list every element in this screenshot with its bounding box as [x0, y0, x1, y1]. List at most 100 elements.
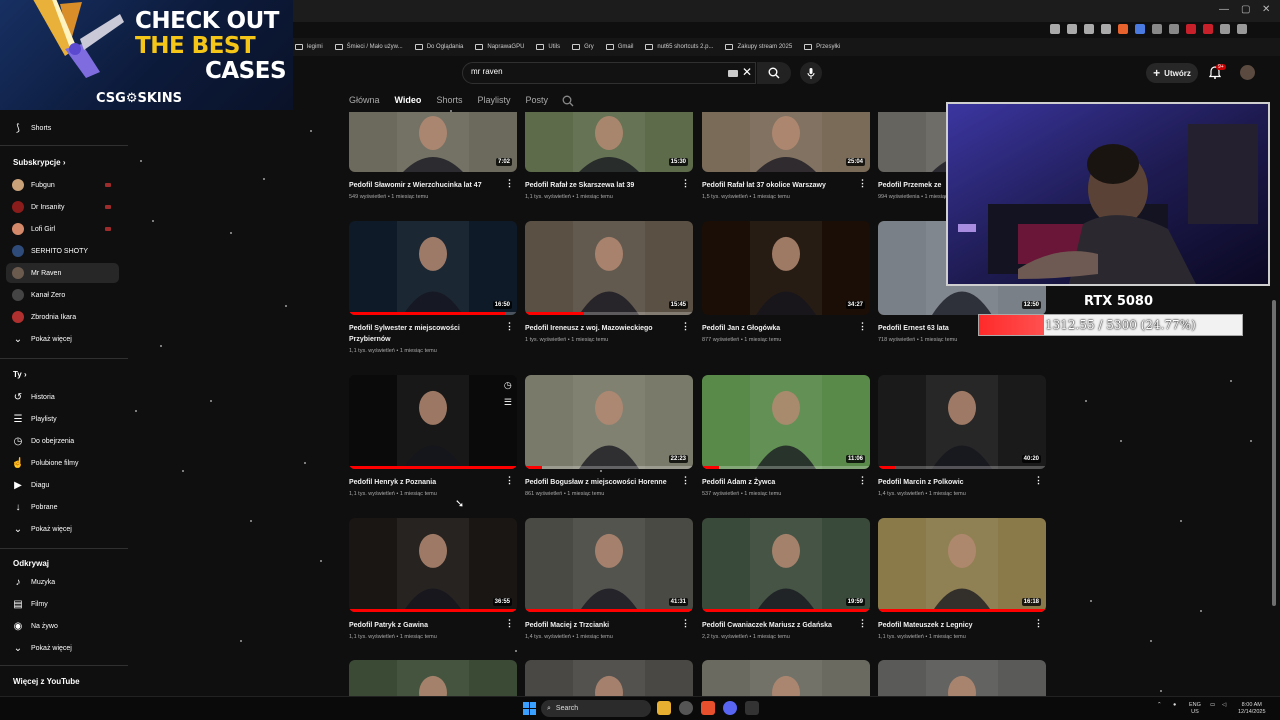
video-title[interactable]: Pedofil Rafał lat 37 okolice Warszawy	[702, 180, 852, 191]
video-menu-icon[interactable]: ⋮	[681, 321, 690, 332]
video-title[interactable]: Pedofil Henryk z Poznania	[349, 477, 499, 488]
show-more-explore[interactable]: ⌄ Pokaż więcej	[6, 638, 119, 658]
extension-icon[interactable]	[1186, 24, 1196, 34]
video-thumbnail[interactable]: 25:04	[702, 112, 870, 172]
sidebar-subscription[interactable]: Dr Insanity	[6, 197, 119, 217]
video-title[interactable]: Pedofil Rafał ze Skarszewa lat 39	[525, 180, 675, 191]
video-thumbnail[interactable]: 16:50	[349, 221, 517, 315]
video-card[interactable]: 16:50 Pedofil Sylwester z miejscowości Pr…	[349, 221, 517, 354]
voice-search-button[interactable]	[800, 62, 822, 84]
video-card[interactable]: 15:30 Pedofil Rafał ze Skarszewa lat 39 1,…	[525, 112, 693, 200]
video-title[interactable]: Pedofil Sylwester z miejscowości Przybie…	[349, 323, 499, 345]
share-icon[interactable]	[1101, 24, 1111, 34]
video-menu-icon[interactable]: ⋮	[858, 475, 867, 486]
clock[interactable]: 8:00 AM 12/14/2025	[1238, 702, 1266, 716]
puzzle-icon[interactable]	[1220, 24, 1230, 34]
bookmark-item[interactable]: Przesyłki	[804, 44, 840, 50]
sidebar-subscription[interactable]: Mr Raven	[6, 263, 119, 283]
sidebar-item-shorts[interactable]: ⟆ Shorts	[6, 118, 119, 138]
zoom-icon[interactable]	[1084, 24, 1094, 34]
sidebar-item[interactable]: ↺ Historia	[6, 387, 119, 407]
taskbar-search[interactable]: ⌕ Search	[541, 700, 651, 717]
extension-icon[interactable]	[1152, 24, 1162, 34]
windows-start-icon[interactable]	[523, 702, 536, 715]
video-card[interactable]: ◷ ☰ Pedofil Henryk z Poznania 1,1 tys. wyśw…	[349, 375, 517, 497]
video-title[interactable]: Pedofil Mateuszek z Legnicy	[878, 620, 1028, 631]
video-thumbnail[interactable]: 15:45	[525, 221, 693, 315]
video-menu-icon[interactable]: ⋮	[505, 321, 514, 332]
bookmark-item[interactable]: Do Oglądania	[414, 44, 463, 50]
discord-icon[interactable]	[723, 701, 737, 715]
watch-later-icon[interactable]: ◷	[504, 380, 512, 391]
create-button[interactable]: + Utwórz	[1146, 63, 1198, 83]
account-avatar[interactable]	[1240, 65, 1255, 80]
sidebar-item[interactable]: ☝ Polubione filmy	[6, 453, 119, 473]
keyboard-icon[interactable]	[728, 70, 738, 77]
sidebar-item[interactable]: ◷ Do obejrzenia	[6, 431, 119, 451]
tab-2[interactable]: Shorts	[436, 95, 462, 105]
volume-icon[interactable]: ◁	[1222, 702, 1226, 709]
video-title[interactable]: Pedofil Cwaniaczek Mariusz z Gdańska	[702, 620, 852, 631]
video-title[interactable]: Pedofil Ireneusz z woj. Mazowieckiego	[525, 323, 675, 334]
video-menu-icon[interactable]: ⋮	[505, 178, 514, 189]
search-button[interactable]	[757, 62, 791, 84]
video-thumbnail[interactable]: 41:31	[525, 518, 693, 612]
tab-1[interactable]: Wideo	[395, 95, 422, 105]
sidebar-item[interactable]: ♪ Muzyka	[6, 572, 119, 592]
language-indicator[interactable]: ENG US	[1189, 702, 1201, 716]
video-menu-icon[interactable]: ⋮	[681, 475, 690, 486]
video-card[interactable]: 19:59 Pedofil Cwaniaczek Mariusz z Gdańsk…	[702, 518, 870, 640]
minimize-icon[interactable]: —	[1219, 4, 1229, 15]
translate-icon[interactable]	[1067, 24, 1077, 34]
sidebar-item[interactable]: ☰ Playlisty	[6, 409, 119, 429]
tab-4[interactable]: Posty	[525, 95, 548, 105]
sidebar-subscription[interactable]: Zbrodnia Ikara	[6, 307, 119, 327]
video-card[interactable]: 22:23 Pedofil Bogusław z miejscowości Hor…	[525, 375, 693, 497]
bookmark-item[interactable]: legimi	[295, 44, 323, 50]
video-card[interactable]: 40:20 Pedofil Marcin z Polkowic 1,4 tys. w…	[878, 375, 1046, 497]
bookmark-item[interactable]: Śmieci / Mało używ...	[334, 44, 403, 50]
video-card[interactable]: 7:02 Pedofil Sławomir z Wierzchucinka lat…	[349, 112, 517, 200]
maximize-icon[interactable]: ▢	[1241, 4, 1250, 15]
app-icon[interactable]	[745, 701, 759, 715]
video-thumbnail[interactable]: 11:06	[702, 375, 870, 469]
video-thumbnail[interactable]: 19:59	[702, 518, 870, 612]
extension-icon[interactable]	[1135, 24, 1145, 34]
video-card[interactable]: 15:45 Pedofil Ireneusz z woj. Mazowieckie…	[525, 221, 693, 343]
video-card[interactable]: 25:04 Pedofil Rafał lat 37 okolice Warsza…	[702, 112, 870, 200]
page-scrollbar[interactable]	[1272, 300, 1276, 606]
sidebar-subscription[interactable]: SERHITO SHOTY	[6, 241, 119, 261]
video-thumbnail[interactable]: 34:27	[702, 221, 870, 315]
bookmark-item[interactable]: Utils	[536, 44, 560, 50]
search-input[interactable]	[471, 67, 711, 76]
sidebar-item[interactable]: ▶ Diagu	[6, 475, 119, 495]
sidebar-item[interactable]: ▤ Filmy	[6, 594, 119, 614]
video-menu-icon[interactable]: ⋮	[1034, 475, 1043, 486]
subscriptions-heading[interactable]: Subskrypcje ›	[13, 158, 65, 167]
video-card[interactable]: 41:31 Pedofil Maciej z Trzcianki 1,4 tys. …	[525, 518, 693, 640]
video-thumbnail[interactable]: 36:55	[349, 518, 517, 612]
video-card[interactable]: 16:18 Pedofil Mateuszek z Legnicy 1,1 tys.…	[878, 518, 1046, 640]
show-more-subscriptions[interactable]: ⌄ Pokaż więcej	[6, 329, 119, 349]
tray-chevron-icon[interactable]: ⌃	[1157, 702, 1162, 709]
bookmark-item[interactable]: Gry	[572, 44, 594, 50]
video-card[interactable]: 36:55 Pedofil Patryk z Gawina 1,1 tys. wyś…	[349, 518, 517, 640]
menu-icon[interactable]	[1237, 24, 1247, 34]
tab-0[interactable]: Główna	[349, 95, 380, 105]
bookmark-item[interactable]: nut65 shortcuts 2.p...	[645, 44, 713, 50]
extension-icon[interactable]	[1169, 24, 1179, 34]
video-title[interactable]: Pedofil Jan z Głogówka	[702, 323, 852, 334]
video-menu-icon[interactable]: ⋮	[681, 178, 690, 189]
add-to-queue-icon[interactable]: ☰	[504, 397, 512, 408]
bookmark-item[interactable]: Gmail	[605, 44, 633, 50]
video-menu-icon[interactable]: ⋮	[1034, 618, 1043, 629]
sidebar-subscription[interactable]: Fubgun	[6, 175, 119, 195]
video-menu-icon[interactable]: ⋮	[858, 178, 867, 189]
sidebar-subscription[interactable]: Lofi Girl	[6, 219, 119, 239]
video-menu-icon[interactable]: ⋮	[505, 475, 514, 486]
brave-browser-icon[interactable]	[701, 701, 715, 715]
video-card[interactable]: 11:06 Pedofil Adam z Żywca 537 wyświetleń …	[702, 375, 870, 497]
video-thumbnail[interactable]: 22:23	[525, 375, 693, 469]
close-window-icon[interactable]: ✕	[1262, 4, 1270, 15]
file-explorer-icon[interactable]	[657, 701, 671, 715]
